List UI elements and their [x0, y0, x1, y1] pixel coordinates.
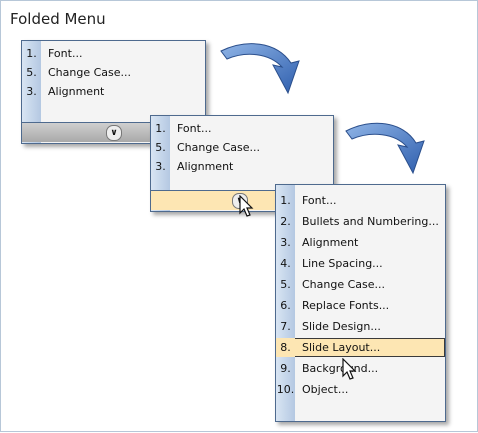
menu-item-alignment[interactable]: 3. Alignment	[151, 157, 333, 176]
arrow-cursor-icon	[342, 358, 357, 380]
item-label: Change Case...	[177, 141, 261, 154]
item-number: 6.	[280, 299, 291, 312]
item-number: 1.	[155, 122, 166, 135]
item-number: 2.	[280, 215, 291, 228]
menu-item-alignment[interactable]: 3. Alignment	[276, 233, 445, 252]
item-label: Font...	[177, 122, 212, 135]
item-number: 9.	[280, 362, 291, 375]
item-number: 1.	[26, 47, 37, 60]
menu-item-change-case[interactable]: 5. Change Case...	[22, 63, 205, 82]
menu-item-line-spacing[interactable]: 4. Line Spacing...	[276, 254, 445, 273]
item-label: Change Case...	[302, 278, 386, 291]
menu-item-change-case[interactable]: 5. Change Case...	[276, 275, 445, 294]
item-label: Bullets and Numbering...	[302, 215, 439, 228]
menu-item-font[interactable]: 1. Font...	[22, 44, 205, 63]
item-number: 3.	[26, 85, 37, 98]
item-label: Slide Layout...	[302, 341, 381, 354]
item-label: Line Spacing...	[302, 257, 383, 270]
item-number: 5.	[155, 141, 166, 154]
menu-item-replace-fonts[interactable]: 6. Replace Fonts...	[276, 296, 445, 315]
item-label: Alignment	[302, 236, 359, 249]
curved-arrow-icon	[345, 122, 425, 175]
item-label: Replace Fonts...	[302, 299, 390, 312]
item-label: Background...	[302, 362, 379, 375]
menu-item-alignment[interactable]: 3. Alignment	[22, 82, 205, 101]
menu-item-object[interactable]: 10. Object...	[276, 380, 445, 399]
menu-item-slide-layout[interactable]: 8. Slide Layout...	[276, 338, 445, 357]
item-number: 8.	[276, 338, 295, 357]
expanded-menu: 1. Font... 2. Bullets and Numbering... 3…	[275, 184, 446, 422]
item-label: Font...	[302, 194, 337, 207]
menu-item-change-case[interactable]: 5. Change Case...	[151, 138, 333, 157]
item-label: Alignment	[48, 85, 105, 98]
menu-item-background[interactable]: 9. Background...	[276, 359, 445, 378]
item-label: Alignment	[177, 160, 234, 173]
item-label: Font...	[48, 47, 83, 60]
item-label: Object...	[302, 383, 349, 396]
item-number: 4.	[280, 257, 291, 270]
menu-item-slide-design[interactable]: 7. Slide Design...	[276, 317, 445, 336]
curved-arrow-icon	[220, 43, 300, 95]
item-number: 5.	[280, 278, 291, 291]
illustration-frame: Folded Menu 1. Font... 5. Change Case...	[0, 0, 478, 432]
item-number: 3.	[155, 160, 166, 173]
menu-item-bullets-and-numbering[interactable]: 2. Bullets and Numbering...	[276, 212, 445, 231]
menu-item-font[interactable]: 1. Font...	[276, 191, 445, 210]
item-number: 1.	[280, 194, 291, 207]
item-number: 3.	[280, 236, 291, 249]
arrow-cursor-icon	[239, 195, 254, 217]
item-number: 7.	[280, 320, 291, 333]
item-number: 5.	[26, 66, 37, 79]
item-label: Slide Design...	[302, 320, 381, 333]
menu-item-font[interactable]: 1. Font...	[151, 119, 333, 138]
item-number: 10.	[276, 383, 295, 396]
item-label: Change Case...	[48, 66, 132, 79]
double-chevron-down-icon: ∨	[106, 125, 122, 141]
